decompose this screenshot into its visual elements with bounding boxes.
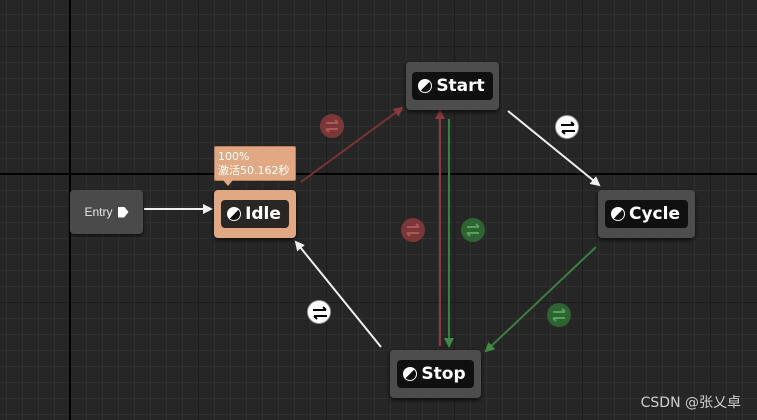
active-state-tooltip: 100% 激活50.162秒 <box>214 146 296 186</box>
tooltip-active-time: 激活50.162秒 <box>218 164 290 177</box>
state-icon <box>403 367 418 381</box>
wire-stop-to-idle <box>294 240 382 348</box>
output-pin-icon[interactable] <box>117 206 129 218</box>
transition-rule-icon-stop-idle[interactable] <box>307 300 331 324</box>
transition-rule-icon-start-stop[interactable] <box>461 218 485 242</box>
wire-start-to-cycle <box>507 110 601 187</box>
state-label-cycle: Cycle <box>629 204 680 224</box>
entry-node[interactable]: Entry <box>70 190 143 234</box>
state-icon <box>418 79 433 93</box>
state-icon <box>611 207 625 221</box>
state-label-start: Start <box>436 76 485 96</box>
transition-rule-icon-stop-start[interactable] <box>401 218 425 242</box>
transition-rule-icon-idle-start[interactable] <box>320 114 344 138</box>
wire-cycle-to-stop <box>484 246 597 353</box>
entry-label: Entry <box>84 205 113 219</box>
transition-rule-icon-start-cycle[interactable] <box>555 115 579 139</box>
state-node-cycle[interactable]: Cycle <box>598 190 695 238</box>
wire-idle-to-start <box>300 106 404 183</box>
state-icon <box>227 207 242 221</box>
state-node-body: Stop <box>397 360 474 388</box>
state-node-body: Start <box>412 72 493 100</box>
tooltip-weight: 100% <box>218 150 250 163</box>
state-machine-graph[interactable]: Entry 100% 激活50.162秒 Idle Start Cycle St… <box>0 0 757 420</box>
state-node-start[interactable]: Start <box>406 62 499 110</box>
state-node-stop[interactable]: Stop <box>390 350 481 398</box>
state-label-stop: Stop <box>421 364 466 384</box>
state-node-body: Idle <box>221 200 289 228</box>
watermark: CSDN @张乂卓 <box>640 395 741 411</box>
state-label-idle: Idle <box>245 204 281 224</box>
state-node-idle[interactable]: Idle <box>214 190 296 238</box>
transition-rule-icon-cycle-stop[interactable] <box>547 303 571 327</box>
state-node-body: Cycle <box>605 200 688 228</box>
